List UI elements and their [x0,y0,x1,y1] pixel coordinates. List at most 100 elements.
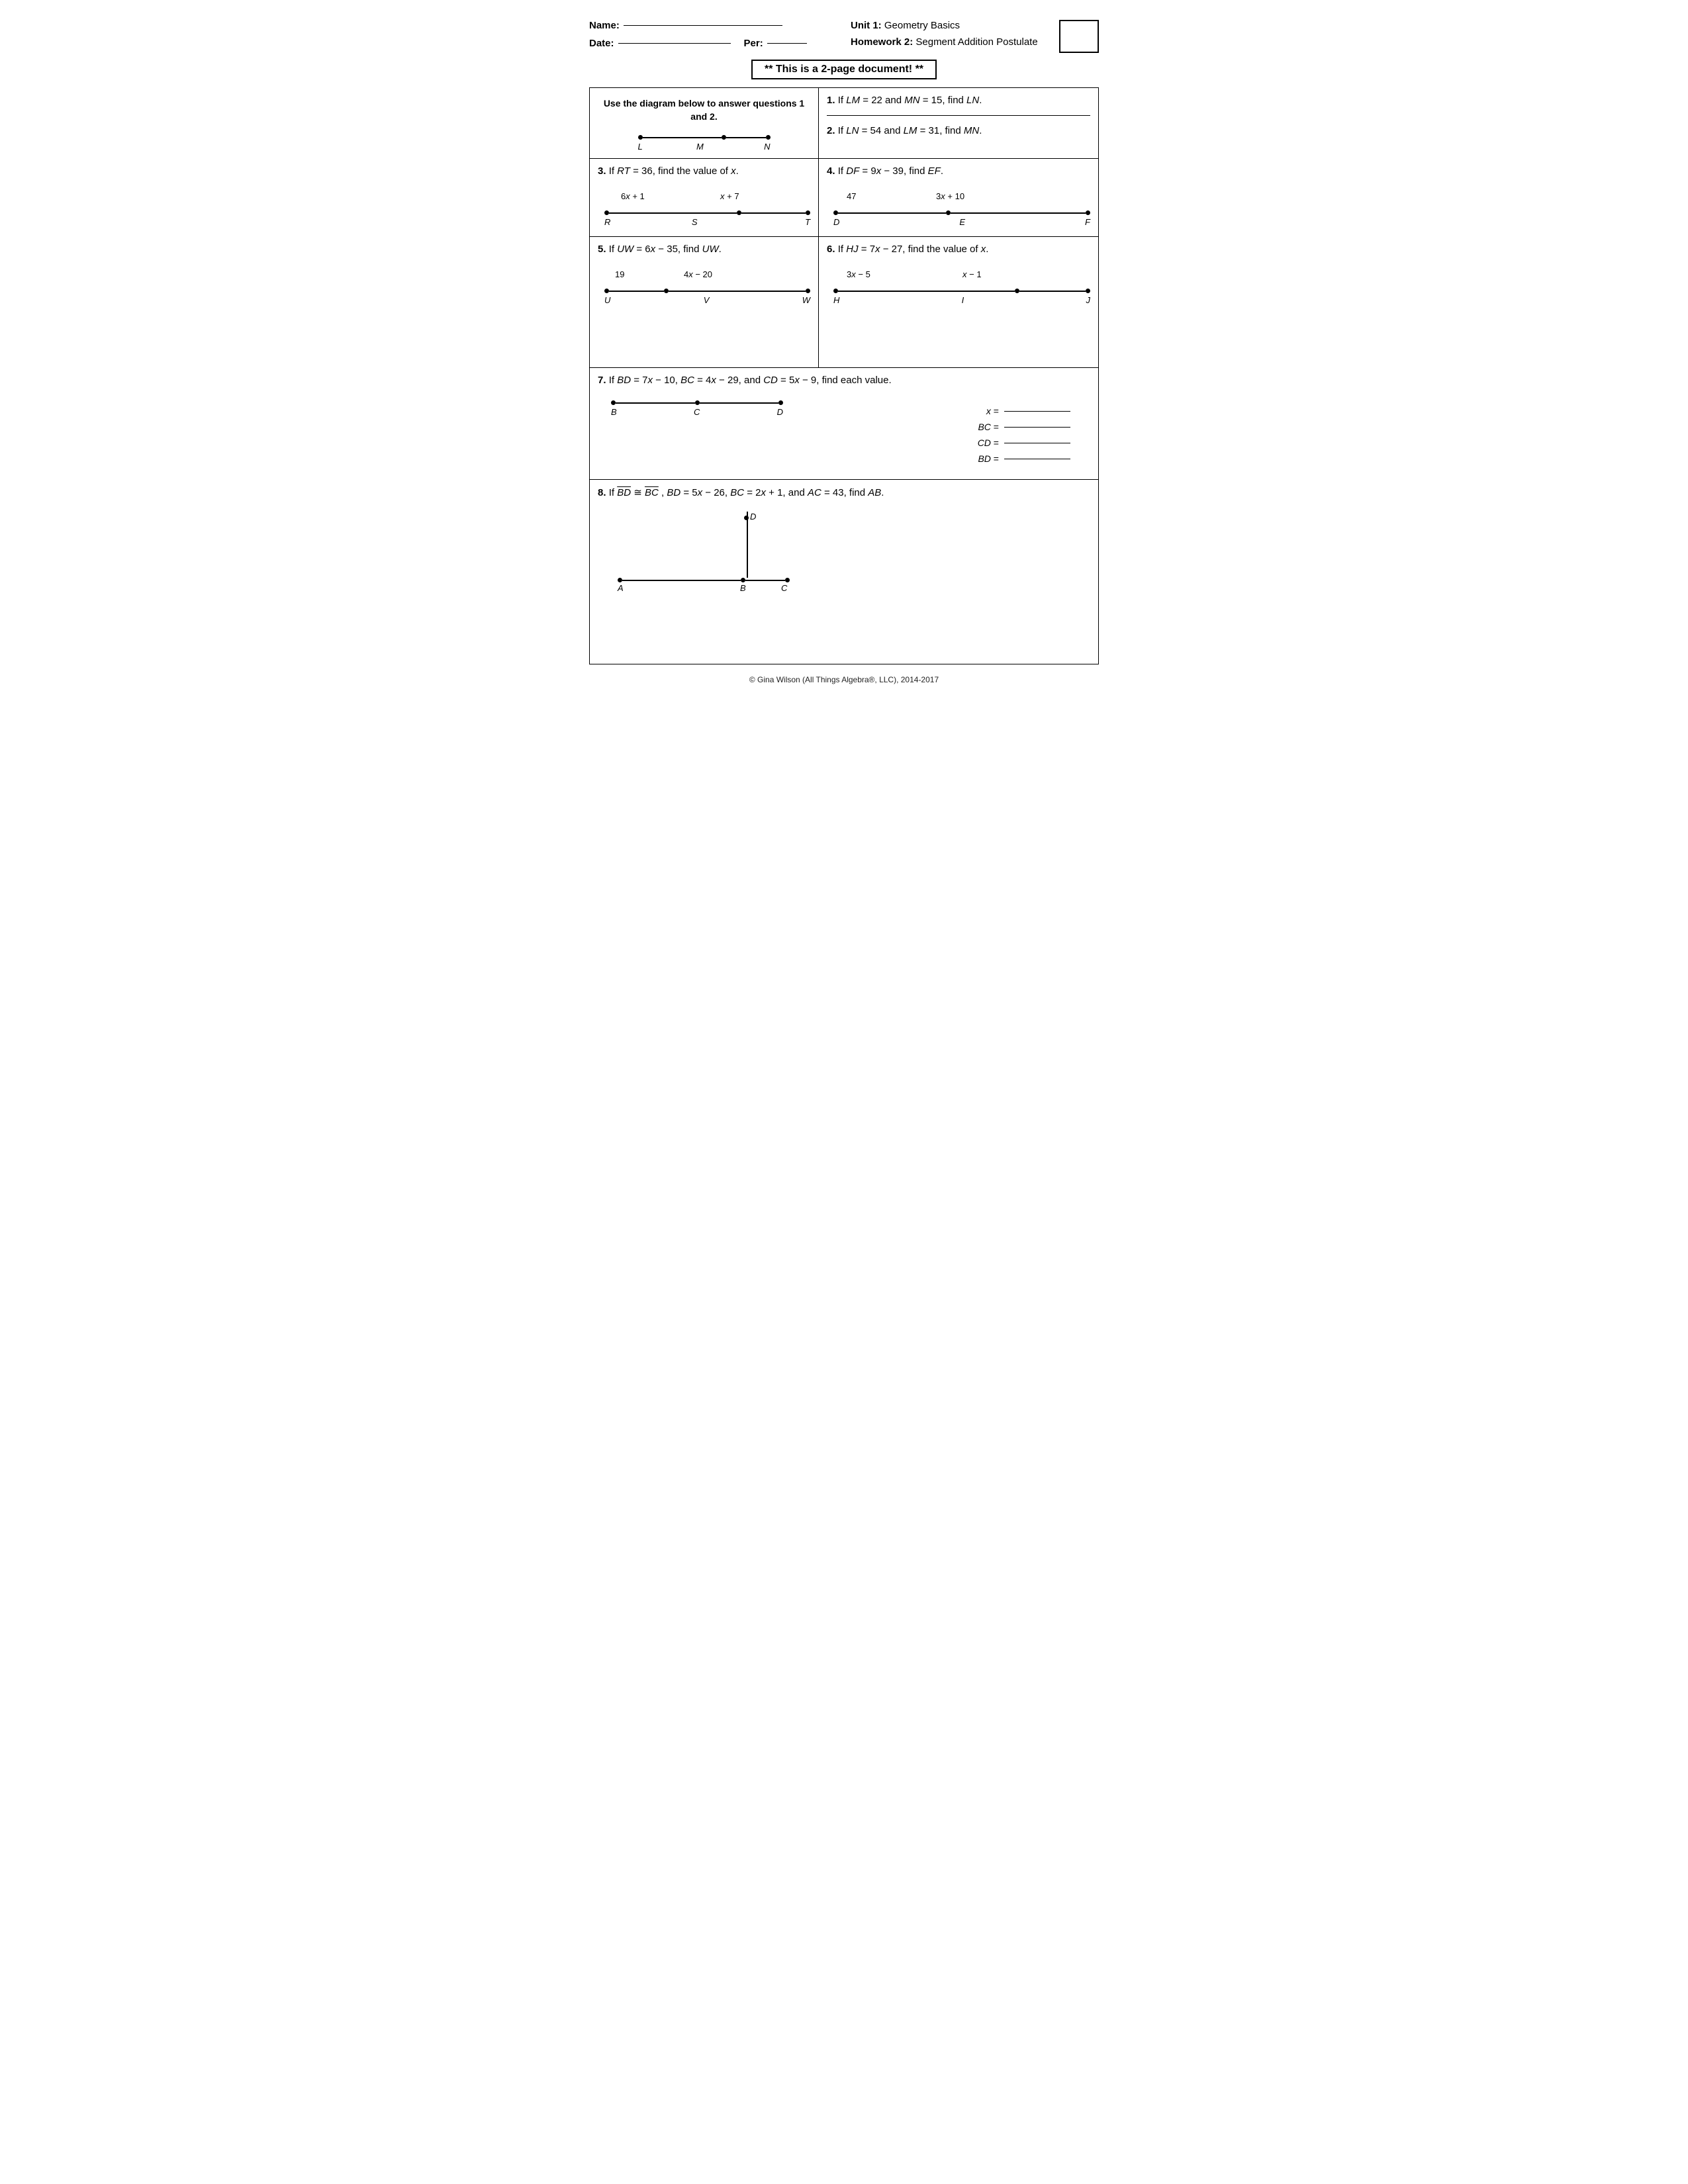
lmn-seg-line [638,135,771,140]
uvw-pt-labels: U V W [604,295,810,305]
q7-text: If BD = 7x − 10, BC = 4x − 29, and CD = … [609,375,892,386]
page-notice: ** This is a 2-page document! ** [751,60,937,79]
hij-line [833,289,1090,293]
dot-F [1086,210,1090,215]
header: Name: Date: Per: Unit 1: Geometry Basics [589,20,1099,53]
q2-num: 2. [827,125,835,136]
q8-diagram: D A B C [618,512,790,611]
label-N: N [764,142,770,152]
q4-num: 4. [827,165,835,177]
rst-seg-container: 6x + 1 x + 7 [604,191,810,215]
label-C2: C [694,407,700,417]
cell-q6: 6. If HJ = 7x − 27, find the value of x.… [819,237,1099,368]
q8-label-B: B [740,583,746,593]
cell-q3: 3. If RT = 36, find the value of x. 6x +… [590,159,819,237]
label-W: W [802,295,810,305]
date-part: Date: [589,38,731,49]
name-blank [624,25,782,26]
dot-C2 [695,400,700,405]
dot-U [604,289,609,293]
q6-header: 6. If HJ = 7x − 27, find the value of x. [827,244,1090,255]
q5-text: If UW = 6x − 35, find UW. [609,244,722,255]
q5-header: 5. If UW = 6x − 35, find UW. [598,244,810,255]
uvw-line [604,289,810,293]
q7-x-blank [1004,411,1070,412]
bcd-line [611,400,783,405]
seg-RS [609,212,737,214]
label-M: M [696,142,704,152]
seg-UV [609,291,664,292]
bcd-labels: B C D [611,407,783,417]
label-D2: D [777,407,783,417]
q6-text: If HJ = 7x − 27, find the value of x. [838,244,989,255]
bcd-diagram: B C D [611,400,783,417]
hij-label1: 3x − 5 [847,269,870,279]
per-blank [767,43,807,44]
unit-row: Unit 1: Geometry Basics [851,20,1038,31]
q7-bd-label: BD = [978,453,999,464]
score-box [1059,20,1099,53]
label-D: D [833,217,839,227]
q5-space [598,308,810,361]
q8-label-D: D [750,512,756,522]
q4-header: 4. If DF = 9x − 39, find EF. [827,165,1090,177]
q8-bc-bar: BC [645,487,659,498]
header-left: Name: Date: Per: [589,20,837,49]
q8-label-A: A [618,583,624,593]
q8-horiz-line [618,578,790,582]
hij-seg-container: 3x − 5 x − 1 [833,269,1090,293]
unit-value: Geometry Basics [884,20,960,31]
q7-bd-row: BD = [945,453,1070,464]
label-B2: B [611,407,617,417]
seg-AB [622,580,741,581]
hij-label2: x − 1 [962,269,982,279]
q7-content: B C D x = BC = [598,386,1090,473]
main-table: Use the diagram below to answer question… [589,87,1099,664]
dot-S [737,210,741,215]
q8-header: 8. If BD ≅ BC , BD = 5x − 26, BC = 2x + … [598,486,1090,498]
q1-num: 1. [827,95,835,106]
unit-label: Unit 1: [851,20,882,31]
seg-ST [741,212,806,214]
footer: © Gina Wilson (All Things Algebra®, LLC)… [589,675,1099,684]
dot-R [604,210,609,215]
dot-I [1015,289,1019,293]
cell-q1-q2: 1. If LM = 22 and MN = 15, find LN. 2. I… [819,88,1099,159]
seg-HI [838,291,1015,292]
q2-block: 2. If LN = 54 and LM = 31, find MN. [827,125,1090,136]
q7-space [598,420,931,473]
q7-answers: x = BC = CD = BD = [945,399,1090,469]
lmn-labels: L M N [638,142,771,152]
header-right: Unit 1: Geometry Basics Homework 2: Segm… [851,20,1099,53]
dot-N [766,135,771,140]
def-label2: 3x + 10 [936,191,964,201]
row-3: 5. If UW = 6x − 35, find UW. 19 4x − 20 [590,237,1099,368]
q8-num: 8. [598,487,606,498]
q7-cd-row: CD = [945,437,1070,448]
q2-text: If LN = 54 and LM = 31, find MN. [838,125,982,136]
q3-header: 3. If RT = 36, find the value of x. [598,165,810,177]
label-V: V [704,295,710,305]
hw-value: Segment Addition Postulate [915,36,1037,48]
lmn-diagram: L M N [638,135,771,152]
label-E: E [959,217,965,227]
per-part: Per: [744,38,807,49]
dot-E [946,210,951,215]
date-per-row: Date: Per: [589,38,837,49]
q7-cd-label: CD = [978,437,999,448]
q1-block: 1. If LM = 22 and MN = 15, find LN. [827,95,1090,116]
q7-num: 7. [598,375,606,386]
label-J: J [1086,295,1091,305]
uvw-seg-container: 19 4x − 20 [604,269,810,293]
rst-label1: 6x + 1 [621,191,645,201]
q8-bd-bar: BD [617,487,631,498]
q8-text: If BD ≅ BC , BD = 5x − 26, BC = 2x + 1, … [609,487,884,498]
cell-diagram-intro: Use the diagram below to answer question… [590,88,819,159]
q7-bc-label: BC = [978,422,999,432]
def-label1: 47 [847,191,856,201]
hw-row: Homework 2: Segment Addition Postulate [851,36,1038,48]
label-T: T [805,217,810,227]
seg-MN [726,137,766,138]
cell-q5: 5. If UW = 6x − 35, find UW. 19 4x − 20 [590,237,819,368]
seg-BC [616,402,695,404]
